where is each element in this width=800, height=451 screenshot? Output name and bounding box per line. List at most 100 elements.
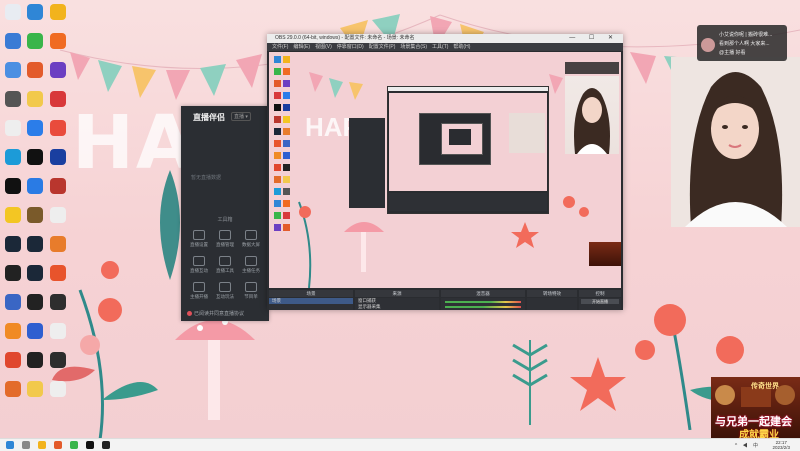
- obs-taskbar-icon[interactable]: [86, 441, 94, 449]
- assistant-tool-button[interactable]: 主播任务: [239, 256, 263, 274]
- obs-titlebar[interactable]: OBS 29.0.0 (64-bit, windows) - 配置文件: 未命名…: [267, 34, 623, 43]
- agree-checkbox[interactable]: [187, 311, 192, 317]
- desktop-shortcut-icon[interactable]: [5, 265, 21, 281]
- desktop-shortcut-icon[interactable]: [5, 236, 21, 252]
- tool-label: 直播设置: [190, 242, 208, 247]
- window-controls[interactable]: — ☐ ✕: [569, 34, 619, 43]
- agreement-row[interactable]: 已阅读并同意直播协议: [187, 310, 244, 317]
- desktop-shortcut-icon[interactable]: [50, 4, 66, 20]
- desktop-shortcut-icon[interactable]: [50, 265, 66, 281]
- audio-meter: [445, 306, 521, 308]
- desktop-shortcut-icon[interactable]: [27, 323, 43, 339]
- obs-menu-item[interactable]: 场景集合(S): [400, 44, 427, 50]
- game-ad-subline: 成就霸业: [739, 430, 779, 438]
- obs-menu-item[interactable]: 文件(F): [272, 44, 288, 50]
- tool-label: 直播管理: [216, 242, 234, 247]
- start-icon[interactable]: [6, 441, 14, 449]
- desktop-shortcut-icon[interactable]: [5, 149, 21, 165]
- desktop-shortcut-icon[interactable]: [27, 33, 43, 49]
- desktop-shortcut-icon[interactable]: [5, 323, 21, 339]
- game-advert-banner[interactable]: 传奇世界 与兄弟一起建会 成就霸业: [711, 377, 800, 438]
- assistant-tool-button[interactable]: 直播互动: [187, 256, 211, 274]
- desktop-shortcut-icon[interactable]: [5, 178, 21, 194]
- audio-meter: [445, 301, 521, 303]
- assistant-tool-button[interactable]: 主播开播: [187, 282, 211, 300]
- desktop-shortcut-icon[interactable]: [50, 207, 66, 223]
- desktop-shortcut-icon[interactable]: [27, 265, 43, 281]
- assistant-tool-button[interactable]: 直播管理: [213, 230, 237, 248]
- tool-label: 互动玩法: [216, 294, 234, 299]
- desktop-shortcut-icon[interactable]: [27, 178, 43, 194]
- desktop-shortcut-icon[interactable]: [27, 294, 43, 310]
- source-item[interactable]: 显示器采集: [355, 304, 439, 310]
- mixer-dock-header: 混音器: [441, 290, 525, 297]
- desktop-shortcut-icon[interactable]: [27, 62, 43, 78]
- desktop-shortcut-icon[interactable]: [50, 381, 66, 397]
- desktop-shortcut-icon[interactable]: [50, 352, 66, 368]
- desktop-shortcut-icon[interactable]: [50, 120, 66, 136]
- desktop-shortcut-icon[interactable]: [5, 352, 21, 368]
- assistant-tool-button[interactable]: 互动玩法: [213, 282, 237, 300]
- taskbar-clock[interactable]: 22:17 2023/2/3: [772, 440, 790, 450]
- desktop-shortcut-icon[interactable]: [50, 323, 66, 339]
- search-icon[interactable]: [22, 441, 30, 449]
- file-explorer-icon[interactable]: [38, 441, 46, 449]
- system-tray[interactable]: ^ ◀ 中: [735, 442, 760, 449]
- desktop-shortcut-icon[interactable]: [27, 236, 43, 252]
- controls-dock-header: 控制: [579, 290, 621, 297]
- clock-date: 2023/2/3: [772, 445, 790, 450]
- obs-menu-item[interactable]: 编辑(E): [293, 44, 310, 50]
- desktop-shortcut-icon[interactable]: [50, 236, 66, 252]
- assistant-mode-badge[interactable]: 直播 ▾: [231, 112, 251, 121]
- desktop-shortcut-icon[interactable]: [50, 178, 66, 194]
- tool-icon: [193, 282, 205, 292]
- avatar: [701, 38, 715, 52]
- desktop-shortcut-icon[interactable]: [27, 381, 43, 397]
- tool-icon: [245, 256, 257, 266]
- desktop-shortcut-icon[interactable]: [50, 91, 66, 107]
- assistant-tool-button[interactable]: 数据大屏: [239, 230, 263, 248]
- scenes-dock-header: 场景: [269, 290, 353, 297]
- desktop-shortcut-icon[interactable]: [50, 62, 66, 78]
- tool-icon: [219, 282, 231, 292]
- desktop-shortcut-icon[interactable]: [5, 381, 21, 397]
- desktop-shortcut-icon[interactable]: [27, 149, 43, 165]
- obs-menu-item[interactable]: 配置文件(P): [369, 44, 396, 50]
- transitions-dock: [527, 298, 577, 310]
- sources-dock: 窗口捕获 显示器采集: [355, 298, 439, 310]
- obs-preview-canvas[interactable]: HAP: [269, 52, 621, 288]
- desktop-shortcut-icon[interactable]: [27, 120, 43, 136]
- desktop-shortcut-icon[interactable]: [50, 149, 66, 165]
- taskbar-app-icon[interactable]: [70, 441, 78, 449]
- scene-item[interactable]: 场景: [269, 298, 353, 304]
- obs-menu-item[interactable]: 帮助(H): [453, 44, 470, 50]
- desktop-shortcut-icon[interactable]: [50, 33, 66, 49]
- desktop-shortcut-icon[interactable]: [5, 62, 21, 78]
- live-assistant-taskbar-icon[interactable]: [102, 441, 110, 449]
- desktop-shortcut-icon[interactable]: [5, 207, 21, 223]
- tool-label: 数据大屏: [242, 242, 260, 247]
- desktop-shortcut-icon[interactable]: [5, 91, 21, 107]
- desktop-shortcut-icon[interactable]: [27, 352, 43, 368]
- desktop-shortcut-icon[interactable]: [5, 33, 21, 49]
- assistant-tool-button[interactable]: 直播设置: [187, 230, 211, 248]
- desktop-shortcut-icon[interactable]: [27, 4, 43, 20]
- assistant-tool-button[interactable]: 直播工具: [213, 256, 237, 274]
- desktop-shortcut-icon[interactable]: [27, 207, 43, 223]
- taskbar-app-icon[interactable]: [54, 441, 62, 449]
- desktop-shortcut-icon[interactable]: [27, 91, 43, 107]
- obs-control-button[interactable]: 开始直播: [581, 299, 619, 304]
- desktop-shortcut-icon[interactable]: [5, 4, 21, 20]
- obs-menu-item[interactable]: 工具(T): [432, 44, 448, 50]
- desktop-shortcut-icon[interactable]: [50, 294, 66, 310]
- desktop-icons: [0, 0, 75, 438]
- desktop-shortcut-icon[interactable]: [5, 294, 21, 310]
- obs-menu-item[interactable]: 视图(V): [315, 44, 332, 50]
- tool-label: 直播工具: [216, 268, 234, 273]
- preview-chat-overlay: [565, 62, 619, 74]
- toolbox-title: 工具箱: [217, 217, 233, 223]
- desktop-shortcut-icon[interactable]: [5, 120, 21, 136]
- tool-icon: [193, 230, 205, 240]
- assistant-tool-button[interactable]: 节目单: [239, 282, 263, 300]
- obs-menu-item[interactable]: 停靠窗口(D): [337, 44, 364, 50]
